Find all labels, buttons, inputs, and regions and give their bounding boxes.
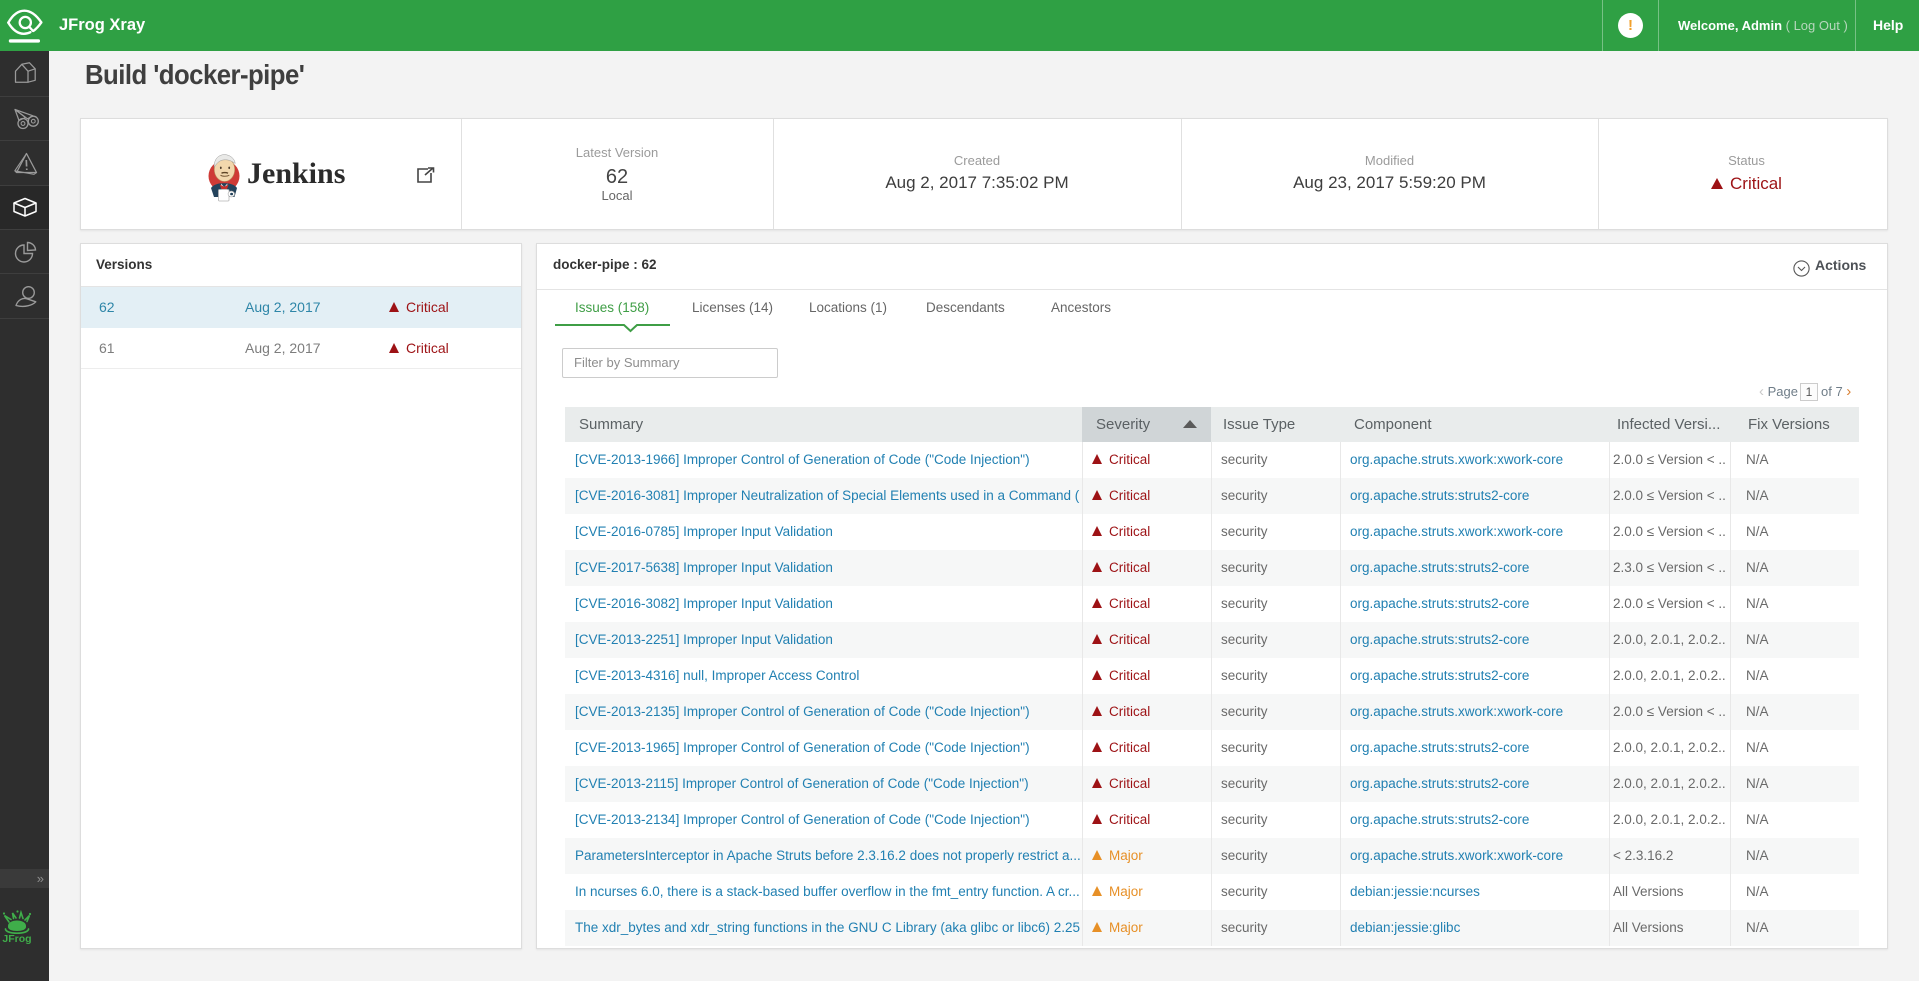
svg-text:JFrog: JFrog — [2, 933, 31, 944]
